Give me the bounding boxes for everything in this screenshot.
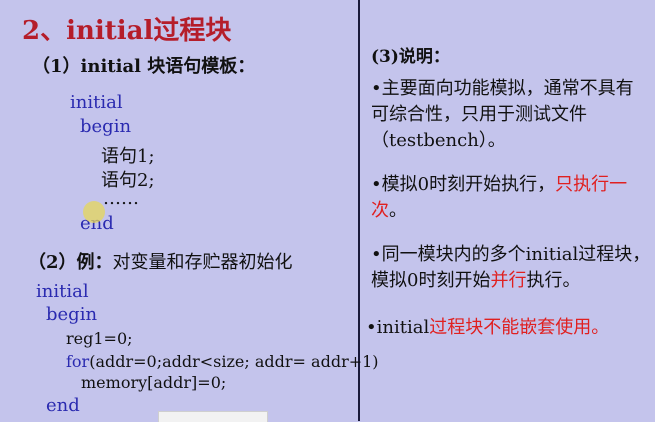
section1-text: initial 块语句模板： (80, 56, 256, 77)
note-bullet-3: •同一模块内的多个initial过程块，模拟0时刻开始并行执行。 (371, 242, 651, 294)
section3-heading: (3)说明： (371, 47, 450, 67)
note-bullet-4-highlight: 过程块不能嵌套使用。 (429, 317, 610, 338)
section2-text: 对变量和存贮器初始化 (112, 252, 293, 273)
example-code-memory: memory[addr]=0; (81, 373, 227, 392)
note-bullet-2-text: •模拟0时刻开始执行， (371, 174, 556, 195)
example-code-for-rest: (addr=0;addr<size; addr= addr+1) (89, 352, 379, 371)
section1-heading: （1）initial 块语句模板： (32, 52, 255, 78)
template-code-ellipsis: …… (103, 188, 139, 209)
note-bullet-2: •模拟0时刻开始执行，只执行一次。 (371, 172, 651, 224)
template-code-initial: initial (70, 92, 123, 113)
pointer-highlight (83, 201, 105, 223)
section1-number: （1） (32, 56, 81, 77)
example-code-initial: initial (36, 281, 89, 302)
template-code-stmt1: 语句1; (101, 146, 155, 167)
section2-heading: （2）例：对变量和存贮器初始化 (28, 248, 293, 274)
example-code-reg: reg1=0; (66, 329, 133, 348)
slide: 2、initial过程块 （1）initial 块语句模板： initial b… (0, 0, 655, 422)
note-bullet-3-end: 执行。 (526, 270, 581, 291)
example-code-end: end (46, 395, 80, 416)
example-code-for-keyword: for (66, 352, 90, 371)
note-bullet-2-end: 。 (389, 200, 407, 221)
example-code-begin: begin (46, 304, 98, 325)
note-bullet-4-text: •initial (366, 317, 430, 338)
slide-title: 2、initial过程块 (22, 16, 232, 46)
template-code-begin: begin (80, 116, 132, 137)
section2-label: （2）例： (28, 252, 113, 273)
partial-tooltip (158, 411, 268, 422)
note-bullet-3-highlight: 并行 (490, 270, 527, 291)
example-code-for: for(addr=0;addr<size; addr= addr+1) (66, 352, 379, 371)
note-bullet-1: •主要面向功能模拟，通常不具有可综合性，只用于测试文件（testbench）。 (371, 78, 634, 151)
note-bullet-4: •initial过程块不能嵌套使用。 (366, 315, 646, 341)
